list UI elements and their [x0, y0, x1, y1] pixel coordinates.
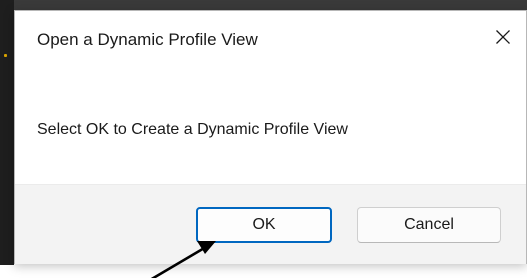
dialog-content: Select OK to Create a Dynamic Profile Vi…	[15, 71, 526, 184]
ok-button[interactable]: OK	[196, 207, 332, 243]
dialog-footer: OK Cancel	[15, 184, 526, 264]
background-marker	[4, 54, 7, 57]
background-window-bottom-edge	[14, 262, 527, 278]
screenshot-stage: Open a Dynamic Profile View Select OK to…	[0, 0, 527, 278]
cancel-button[interactable]: Cancel	[357, 207, 501, 243]
dialog-titlebar: Open a Dynamic Profile View	[15, 11, 526, 71]
background-window-left-edge	[0, 0, 14, 265]
close-button[interactable]	[480, 11, 526, 67]
dialog-message: Select OK to Create a Dynamic Profile Vi…	[37, 121, 348, 138]
dynamic-profile-dialog: Open a Dynamic Profile View Select OK to…	[14, 10, 527, 264]
close-icon	[495, 29, 511, 50]
dialog-title: Open a Dynamic Profile View	[37, 30, 258, 49]
background-window-top-edge	[0, 0, 527, 10]
